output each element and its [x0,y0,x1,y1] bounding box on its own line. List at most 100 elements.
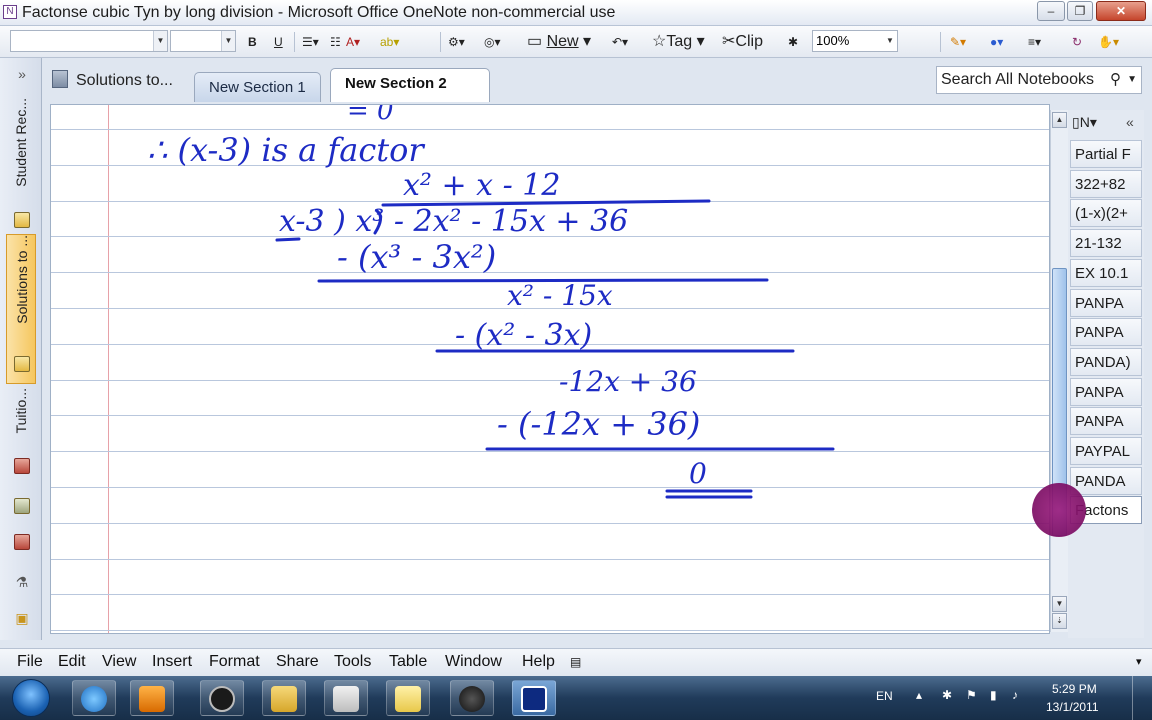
research-icon[interactable]: ✱ [788,31,798,53]
media-player-task[interactable] [130,680,174,716]
onenote-task[interactable] [324,680,368,716]
toolbar-options-icon[interactable]: ▤ [570,655,581,669]
all-notebooks-icon[interactable]: ▣ [12,610,32,628]
clock-date[interactable]: 13/1/2011 [1046,700,1099,714]
gear-icon[interactable]: ⚙▾ [448,31,465,53]
office-icon [395,686,421,712]
settings-icon[interactable]: ◎▾ [484,31,501,53]
show-desktop-button[interactable] [1132,676,1146,720]
search-input[interactable]: Search All Notebooks ⚲ ▼ [936,66,1142,94]
tag-button[interactable]: ☆Tag ▾ [652,31,705,53]
network-icon[interactable]: ▮ [990,688,997,702]
explorer-task[interactable] [262,680,306,716]
page-tab[interactable]: PANPA [1070,288,1142,317]
page-tab[interactable]: PANPA [1070,318,1142,347]
bullets-icon[interactable]: ☰▾ [302,31,319,53]
page-tab[interactable]: Partial F [1070,140,1142,168]
menu-item-share[interactable]: Share [276,653,319,671]
windows-taskbar: EN ▴ ✱ ⚑ ▮ ♪ 5:29 PM 13/1/2011 [0,676,1152,720]
lasso-icon[interactable]: ↻ [1072,31,1082,53]
tab-new-section-2[interactable]: New Section 2 [330,68,490,102]
vertical-scrollbar[interactable]: ▲ ▼ ⇣ [1050,110,1068,632]
note-page[interactable]: = 0 ∴ (x-3) is a factor x² + x - 12 x-3 … [50,104,1050,634]
page-tab[interactable]: PANDA) [1070,347,1142,376]
volume-icon[interactable]: ♪ [1012,688,1018,702]
font-name-combo[interactable]: ▼ [10,30,168,52]
menu-item-window[interactable]: Window [445,653,502,671]
numbering-icon[interactable]: ☷ [330,31,341,53]
underline-button[interactable]: U [274,31,283,53]
menu-item-view[interactable]: View [102,653,136,671]
ink-line: - (-12x + 36) [497,405,700,443]
expand-nav-icon[interactable]: » [12,66,32,84]
page-tab[interactable]: 322+82 [1070,169,1142,198]
page-tab[interactable]: (1-x)(2+ [1070,199,1142,228]
maximize-button[interactable]: ❐ [1067,1,1093,21]
font-color-icon[interactable]: A▾ [346,31,360,53]
collapse-pages-icon[interactable]: « [1126,114,1134,130]
chevron-down-icon[interactable]: ▼ [1127,67,1137,93]
clip-button[interactable]: ✂Clip [722,31,763,53]
unfiled-notes-icon[interactable]: ⚗ [12,574,32,592]
notebook-icon[interactable] [14,534,30,550]
office-task[interactable] [386,680,430,716]
show-hidden-icons[interactable]: ▴ [916,688,922,702]
chevron-down-icon: ▼ [221,31,235,51]
hp-task[interactable] [200,680,244,716]
menu-item-insert[interactable]: Insert [152,653,192,671]
undo-icon[interactable]: ↶▾ [612,31,628,53]
flag-icon[interactable]: ⚑ [966,688,977,702]
pen-icon[interactable]: ✎▾ [950,31,966,53]
menu-item-table[interactable]: Table [389,653,427,671]
page-tab[interactable]: PAYPAL [1070,437,1142,465]
chevron-down-icon: ▼ [153,31,167,51]
page-tab[interactable]: PANPA [1070,377,1142,406]
close-button[interactable]: ✕ [1096,1,1146,21]
highlight-icon[interactable]: ab▾ [380,31,399,53]
ink-line: x-3 ) x³ - 2x² - 15x + 36 [279,204,628,239]
language-indicator[interactable]: EN [876,689,893,703]
formatting-toolbar: ▼ ▼ B U ☰▾ ☷ A▾ ab▾ ⚙▾ ◎▾ ▭ New ▾ ↶▾ ☆Ta… [0,26,1152,58]
active-task[interactable] [512,680,556,716]
app-task[interactable] [450,680,494,716]
menu-item-help[interactable]: Help [522,653,555,671]
bluetooth-icon[interactable]: ✱ [942,688,952,702]
start-button[interactable] [12,679,50,717]
ink-line: - (x³ - 3x²) [337,238,496,276]
new-page-button[interactable]: ▭ New ▾ [527,31,591,53]
ink-line: ∴ (x-3) is a factor [147,131,425,169]
menu-item-file[interactable]: File [17,653,43,671]
eraser-icon[interactable]: ✋▾ [1098,31,1119,53]
ink-text: = 0 ∴ (x-3) is a factor x² + x - 12 x-3 … [147,105,707,490]
divisor-underline [275,237,301,242]
notebook-icon[interactable] [14,498,30,514]
page-tab[interactable]: PANDA [1070,466,1142,495]
notebook-navigation-bar: » Student Rec... Solutions to ... Tuitio… [0,58,42,640]
pen-color-icon[interactable]: ●▾ [990,31,1003,53]
notebook-icon[interactable] [14,458,30,474]
menu-chevron-icon[interactable]: ▾ [1136,655,1142,668]
menu-item-tools[interactable]: Tools [334,653,371,671]
new-page-dropdown[interactable]: ▯N▾ [1072,114,1097,131]
page-down-icon[interactable]: ⇣ [1052,613,1067,629]
scroll-down-button[interactable]: ▼ [1052,596,1067,612]
line-width-icon[interactable]: ≡▾ [1028,31,1041,53]
zoom-value: 100% [816,33,850,48]
clock-time[interactable]: 5:29 PM [1052,682,1097,696]
bold-button[interactable]: B [248,31,257,53]
page-tab[interactable]: PANPA [1070,407,1142,436]
tab-new-section-1[interactable]: New Section 1 [194,72,321,102]
menu-item-edit[interactable]: Edit [58,653,86,671]
menu-item-format[interactable]: Format [209,653,260,671]
internet-explorer-icon [81,686,107,712]
page-tab[interactable]: 21-132 [1070,229,1142,258]
zoom-combo[interactable]: 100% ▼ [812,30,898,52]
cursor-highlight [1032,483,1086,537]
page-tab[interactable]: EX 10.1 [1070,258,1142,287]
scroll-up-button[interactable]: ▲ [1052,112,1067,128]
current-notebook[interactable]: Solutions to... [52,70,173,90]
chevron-down-icon: ▼ [883,31,897,51]
internet-explorer-task[interactable] [72,680,116,716]
minimize-button[interactable]: – [1037,1,1065,21]
font-size-combo[interactable]: ▼ [170,30,236,52]
